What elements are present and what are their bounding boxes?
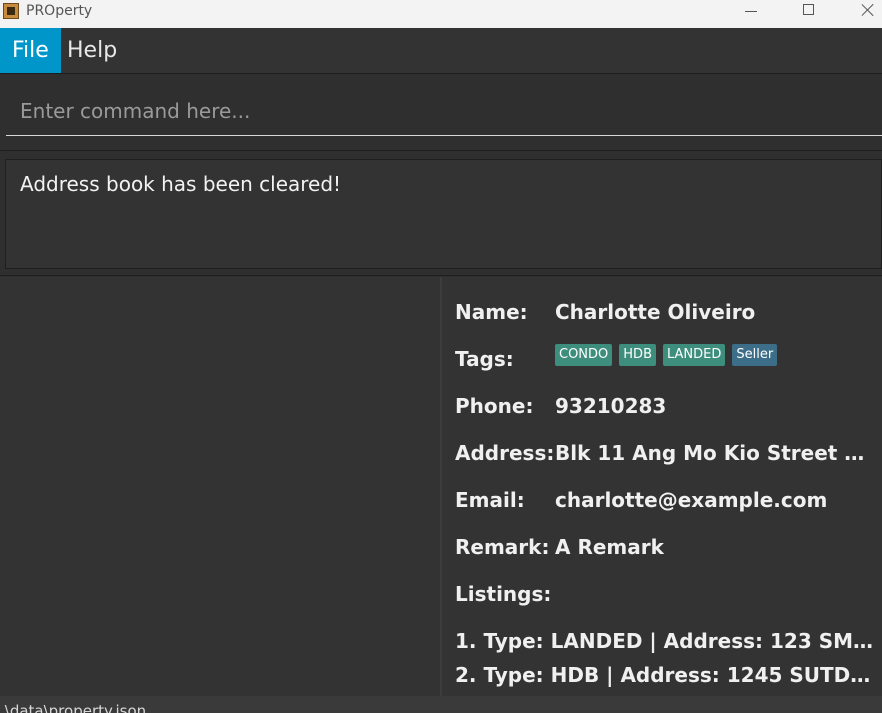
- listing-item: 1. Type: LANDED | Address: 123 SMU str..…: [455, 629, 875, 653]
- address-value: Blk 11 Ang Mo Kio Street 74, ...: [555, 441, 875, 465]
- listings-label: Listings:: [455, 582, 552, 606]
- data-file-path: .\data\property.json: [0, 702, 147, 713]
- menu-file[interactable]: File: [0, 28, 61, 73]
- tags-label: Tags:: [455, 347, 514, 371]
- app-window: PROperty File Help Address book has been…: [0, 0, 882, 713]
- menu-bar: File Help: [0, 28, 882, 74]
- minimize-button[interactable]: [728, 0, 774, 28]
- email-label: Email:: [455, 488, 525, 512]
- app-logo-icon: [3, 3, 19, 19]
- person-detail-panel: Name: Charlotte Oliveiro Tags: CONDO HDB L…: [442, 277, 882, 696]
- email-value: charlotte@example.com: [555, 488, 828, 512]
- remark-label: Remark:: [455, 535, 550, 559]
- remark-value: A Remark: [555, 535, 664, 559]
- command-box: [0, 74, 882, 151]
- result-display: Address book has been cleared!: [0, 151, 882, 276]
- address-label: Address:: [455, 441, 555, 465]
- window-title: PROperty: [26, 3, 93, 19]
- status-bar: .\data\property.json: [0, 696, 882, 713]
- tag-list: CONDO HDB LANDED Seller: [555, 343, 784, 366]
- result-message: Address book has been cleared!: [20, 172, 342, 196]
- tag-chip-seller: Seller: [732, 344, 778, 366]
- minimize-icon: [745, 11, 757, 12]
- phone-value: 93210283: [555, 394, 667, 418]
- listing-item: 2. Type: HDB | Address: 1245 SUTD street: [455, 663, 875, 687]
- phone-label: Phone:: [455, 394, 534, 418]
- person-list-panel[interactable]: [0, 277, 442, 696]
- name-label: Name:: [455, 300, 528, 324]
- result-text-area[interactable]: Address book has been cleared!: [5, 159, 882, 269]
- tag-chip: CONDO: [555, 344, 613, 366]
- close-button[interactable]: [844, 0, 882, 28]
- name-value: Charlotte Oliveiro: [555, 300, 756, 324]
- title-bar[interactable]: PROperty: [0, 0, 882, 28]
- menu-help[interactable]: Help: [55, 28, 129, 73]
- maximize-icon: [803, 4, 814, 15]
- command-input[interactable]: [6, 86, 882, 136]
- maximize-button[interactable]: [786, 0, 832, 28]
- tag-chip: LANDED: [663, 344, 726, 366]
- tag-chip: HDB: [619, 344, 656, 366]
- close-icon: [861, 3, 875, 17]
